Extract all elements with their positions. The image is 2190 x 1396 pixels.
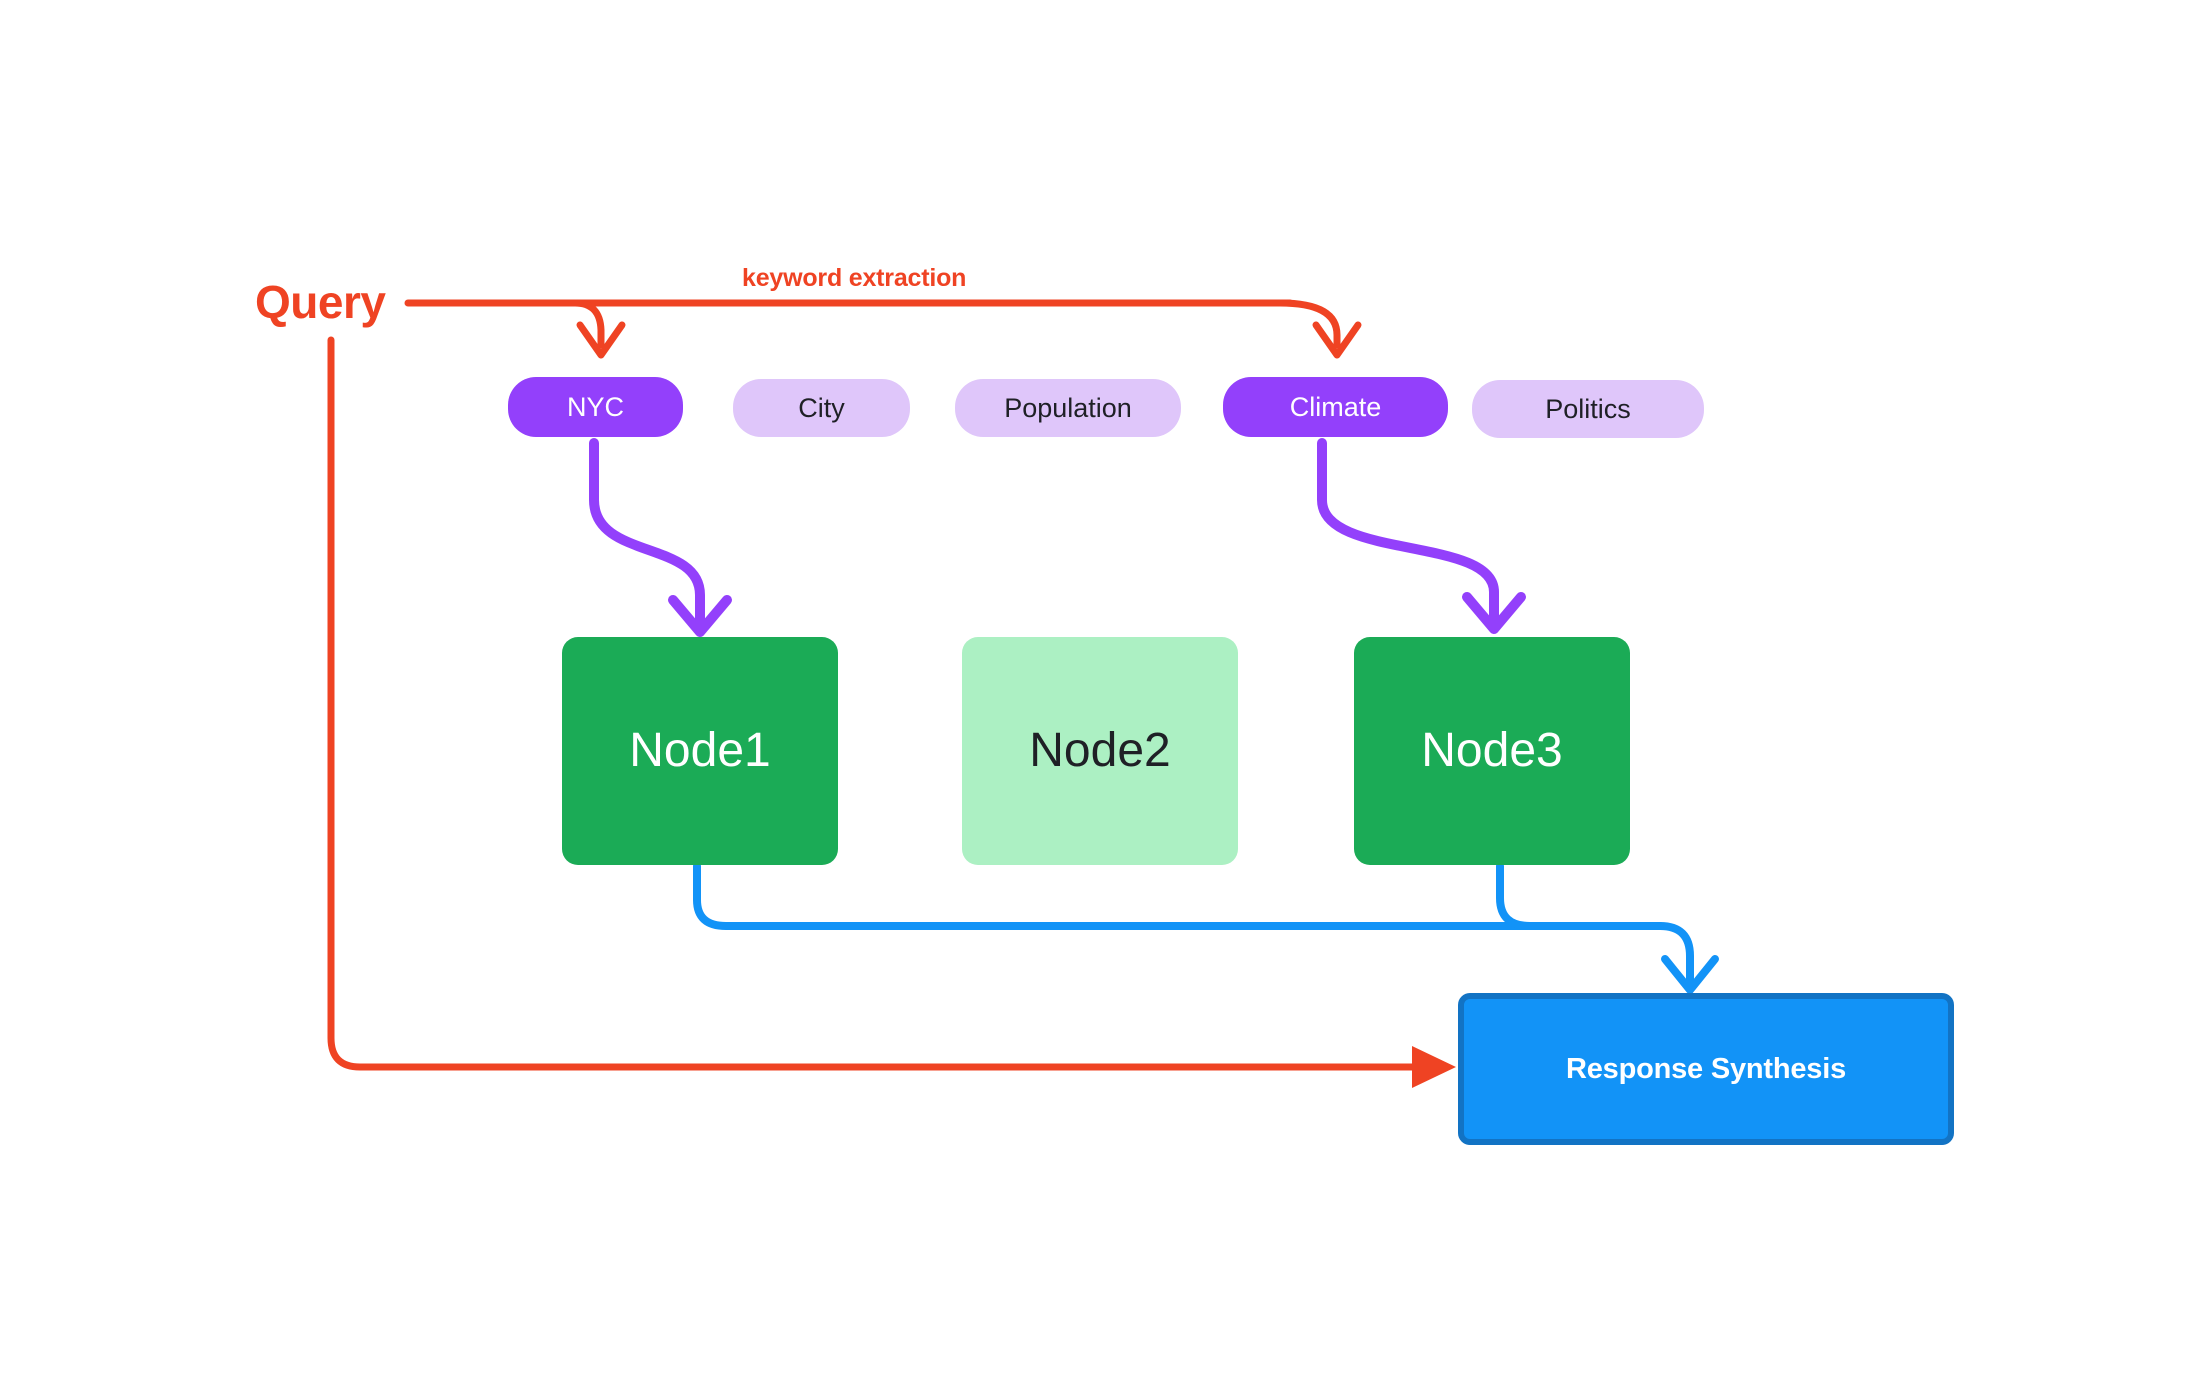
node-box-label: Node1	[629, 724, 771, 777]
edge-node1-to-synthesis	[693, 862, 1719, 994]
keyword-chip-politics[interactable]: Politics	[1472, 380, 1704, 438]
edge-node3-to-synthesis	[1496, 862, 1664, 930]
query-label: Query	[255, 276, 386, 328]
keyword-chip-label: Politics	[1545, 393, 1631, 424]
edge-query-to-synthesis	[327, 336, 1456, 1088]
keyword-chip-label: Climate	[1289, 391, 1382, 422]
keyword-chip-label: Population	[1004, 392, 1132, 423]
node-box-label: Node2	[1029, 724, 1171, 777]
node-box-node3[interactable]: Node3	[1354, 637, 1630, 865]
edge-climate-to-node3	[1317, 438, 1526, 634]
diagram-canvas: Query keyword extraction NYC City Popula…	[0, 0, 2190, 1396]
response-synthesis-box[interactable]: Response Synthesis	[1458, 993, 1954, 1145]
node-box-node1[interactable]: Node1	[562, 637, 838, 865]
node-box-node2[interactable]: Node2	[962, 637, 1238, 865]
edge-query-to-keywords	[404, 299, 1362, 359]
keyword-chip-label: NYC	[566, 391, 624, 422]
keyword-chip-city[interactable]: City	[733, 379, 910, 437]
keyword-chip-climate[interactable]: Climate	[1223, 377, 1448, 437]
keyword-extraction-edge-label: keyword extraction	[742, 264, 967, 292]
keyword-chip-label: City	[798, 392, 845, 423]
edge-nyc-to-node1	[589, 438, 732, 637]
response-synthesis-label: Response Synthesis	[1565, 1052, 1847, 1085]
keyword-chip-population[interactable]: Population	[955, 379, 1181, 437]
node-box-label: Node3	[1421, 724, 1563, 777]
keyword-chip-nyc[interactable]: NYC	[508, 377, 683, 437]
